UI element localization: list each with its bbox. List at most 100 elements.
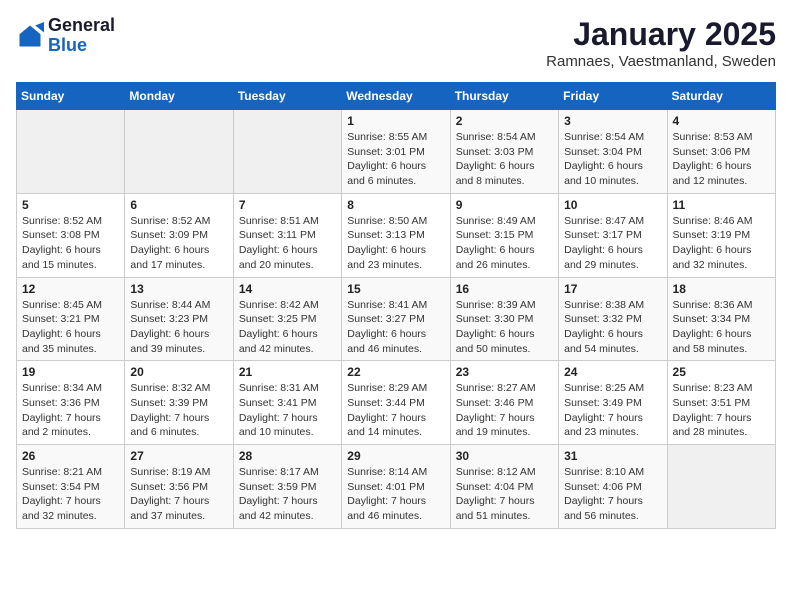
day-number: 13 bbox=[130, 282, 227, 296]
day-number: 14 bbox=[239, 282, 336, 296]
day-info: Sunrise: 8:51 AM Sunset: 3:11 PM Dayligh… bbox=[239, 214, 336, 273]
day-info: Sunrise: 8:54 AM Sunset: 3:03 PM Dayligh… bbox=[456, 130, 553, 189]
header-saturday: Saturday bbox=[667, 83, 775, 110]
day-cell: 7 Sunrise: 8:51 AM Sunset: 3:11 PM Daylig… bbox=[233, 193, 341, 277]
day-cell: 19 Sunrise: 8:34 AM Sunset: 3:36 PM Dayli… bbox=[17, 361, 125, 445]
day-info: Sunrise: 8:14 AM Sunset: 4:01 PM Dayligh… bbox=[347, 465, 444, 524]
day-info: Sunrise: 8:38 AM Sunset: 3:32 PM Dayligh… bbox=[564, 298, 661, 357]
day-info: Sunrise: 8:52 AM Sunset: 3:08 PM Dayligh… bbox=[22, 214, 119, 273]
day-cell: 31 Sunrise: 8:10 AM Sunset: 4:06 PM Dayli… bbox=[559, 445, 667, 529]
day-info: Sunrise: 8:31 AM Sunset: 3:41 PM Dayligh… bbox=[239, 381, 336, 440]
header-thursday: Thursday bbox=[450, 83, 558, 110]
day-cell: 22 Sunrise: 8:29 AM Sunset: 3:44 PM Dayli… bbox=[342, 361, 450, 445]
day-info: Sunrise: 8:55 AM Sunset: 3:01 PM Dayligh… bbox=[347, 130, 444, 189]
day-number: 18 bbox=[673, 282, 770, 296]
day-cell: 21 Sunrise: 8:31 AM Sunset: 3:41 PM Dayli… bbox=[233, 361, 341, 445]
day-cell: 20 Sunrise: 8:32 AM Sunset: 3:39 PM Dayli… bbox=[125, 361, 233, 445]
month-title: January 2025 bbox=[546, 16, 776, 53]
day-number: 19 bbox=[22, 365, 119, 379]
header-sunday: Sunday bbox=[17, 83, 125, 110]
day-cell: 5 Sunrise: 8:52 AM Sunset: 3:08 PM Daylig… bbox=[17, 193, 125, 277]
day-info: Sunrise: 8:12 AM Sunset: 4:04 PM Dayligh… bbox=[456, 465, 553, 524]
day-info: Sunrise: 8:10 AM Sunset: 4:06 PM Dayligh… bbox=[564, 465, 661, 524]
day-number: 31 bbox=[564, 449, 661, 463]
day-number: 20 bbox=[130, 365, 227, 379]
day-number: 7 bbox=[239, 198, 336, 212]
week-row-5: 26 Sunrise: 8:21 AM Sunset: 3:54 PM Dayli… bbox=[17, 445, 776, 529]
day-cell: 26 Sunrise: 8:21 AM Sunset: 3:54 PM Dayli… bbox=[17, 445, 125, 529]
day-cell: 13 Sunrise: 8:44 AM Sunset: 3:23 PM Dayli… bbox=[125, 277, 233, 361]
day-number: 28 bbox=[239, 449, 336, 463]
day-number: 24 bbox=[564, 365, 661, 379]
day-cell: 14 Sunrise: 8:42 AM Sunset: 3:25 PM Dayli… bbox=[233, 277, 341, 361]
day-number: 23 bbox=[456, 365, 553, 379]
day-info: Sunrise: 8:54 AM Sunset: 3:04 PM Dayligh… bbox=[564, 130, 661, 189]
day-info: Sunrise: 8:42 AM Sunset: 3:25 PM Dayligh… bbox=[239, 298, 336, 357]
day-cell: 10 Sunrise: 8:47 AM Sunset: 3:17 PM Dayli… bbox=[559, 193, 667, 277]
header-friday: Friday bbox=[559, 83, 667, 110]
day-number: 21 bbox=[239, 365, 336, 379]
week-row-2: 5 Sunrise: 8:52 AM Sunset: 3:08 PM Daylig… bbox=[17, 193, 776, 277]
day-cell: 6Sunrise: 8:52 AM Sunset: 3:09 PM Daylig… bbox=[125, 193, 233, 277]
day-number: 29 bbox=[347, 449, 444, 463]
day-cell bbox=[667, 445, 775, 529]
day-number: 5 bbox=[22, 198, 119, 212]
day-number: 9 bbox=[456, 198, 553, 212]
day-number: 26 bbox=[22, 449, 119, 463]
logo-general-text: General bbox=[48, 15, 115, 35]
day-cell: 23Sunrise: 8:27 AM Sunset: 3:46 PM Dayli… bbox=[450, 361, 558, 445]
day-number: 17 bbox=[564, 282, 661, 296]
day-cell: 28 Sunrise: 8:17 AM Sunset: 3:59 PM Dayli… bbox=[233, 445, 341, 529]
day-cell bbox=[17, 110, 125, 194]
logo: General Blue bbox=[16, 16, 115, 56]
day-info: Sunrise: 8:46 AM Sunset: 3:19 PM Dayligh… bbox=[673, 214, 770, 273]
day-info: Sunrise: 8:32 AM Sunset: 3:39 PM Dayligh… bbox=[130, 381, 227, 440]
day-number: 12 bbox=[22, 282, 119, 296]
calendar: SundayMondayTuesdayWednesdayThursdayFrid… bbox=[16, 82, 776, 529]
day-info: Sunrise: 8:23 AM Sunset: 3:51 PM Dayligh… bbox=[673, 381, 770, 440]
day-cell: 25 Sunrise: 8:23 AM Sunset: 3:51 PM Dayli… bbox=[667, 361, 775, 445]
day-number: 3 bbox=[564, 114, 661, 128]
day-cell: 2 Sunrise: 8:54 AM Sunset: 3:03 PM Daylig… bbox=[450, 110, 558, 194]
day-number: 22 bbox=[347, 365, 444, 379]
day-cell: 12 Sunrise: 8:45 AM Sunset: 3:21 PM Dayli… bbox=[17, 277, 125, 361]
day-number: 10 bbox=[564, 198, 661, 212]
day-info: Sunrise: 8:17 AM Sunset: 3:59 PM Dayligh… bbox=[239, 465, 336, 524]
day-number: 11 bbox=[673, 198, 770, 212]
day-cell: 24 Sunrise: 8:25 AM Sunset: 3:49 PM Dayli… bbox=[559, 361, 667, 445]
day-cell: 1 Sunrise: 8:55 AM Sunset: 3:01 PM Daylig… bbox=[342, 110, 450, 194]
day-cell: 8Sunrise: 8:50 AM Sunset: 3:13 PM Daylig… bbox=[342, 193, 450, 277]
day-number: 27 bbox=[130, 449, 227, 463]
day-cell: 15Sunrise: 8:41 AM Sunset: 3:27 PM Dayli… bbox=[342, 277, 450, 361]
day-info: Sunrise: 8:49 AM Sunset: 3:15 PM Dayligh… bbox=[456, 214, 553, 273]
day-info: Sunrise: 8:19 AM Sunset: 3:56 PM Dayligh… bbox=[130, 465, 227, 524]
day-info: Sunrise: 8:21 AM Sunset: 3:54 PM Dayligh… bbox=[22, 465, 119, 524]
day-info: Sunrise: 8:50 AM Sunset: 3:13 PM Dayligh… bbox=[347, 214, 444, 273]
day-cell: 4Sunrise: 8:53 AM Sunset: 3:06 PM Daylig… bbox=[667, 110, 775, 194]
day-info: Sunrise: 8:34 AM Sunset: 3:36 PM Dayligh… bbox=[22, 381, 119, 440]
title-area: January 2025 Ramnaes, Vaestmanland, Swed… bbox=[546, 16, 776, 70]
header-wednesday: Wednesday bbox=[342, 83, 450, 110]
day-info: Sunrise: 8:29 AM Sunset: 3:44 PM Dayligh… bbox=[347, 381, 444, 440]
day-info: Sunrise: 8:45 AM Sunset: 3:21 PM Dayligh… bbox=[22, 298, 119, 357]
day-cell: 27 Sunrise: 8:19 AM Sunset: 3:56 PM Dayli… bbox=[125, 445, 233, 529]
week-row-3: 12 Sunrise: 8:45 AM Sunset: 3:21 PM Dayli… bbox=[17, 277, 776, 361]
week-row-1: 1 Sunrise: 8:55 AM Sunset: 3:01 PM Daylig… bbox=[17, 110, 776, 194]
day-number: 1 bbox=[347, 114, 444, 128]
day-cell: 9 Sunrise: 8:49 AM Sunset: 3:15 PM Daylig… bbox=[450, 193, 558, 277]
day-cell: 11 Sunrise: 8:46 AM Sunset: 3:19 PM Dayli… bbox=[667, 193, 775, 277]
day-info: Sunrise: 8:41 AM Sunset: 3:27 PM Dayligh… bbox=[347, 298, 444, 357]
calendar-header-row: SundayMondayTuesdayWednesdayThursdayFrid… bbox=[17, 83, 776, 110]
logo-blue-text: Blue bbox=[48, 35, 87, 55]
day-info: Sunrise: 8:44 AM Sunset: 3:23 PM Dayligh… bbox=[130, 298, 227, 357]
day-info: Sunrise: 8:36 AM Sunset: 3:34 PM Dayligh… bbox=[673, 298, 770, 357]
logo-icon bbox=[16, 22, 44, 50]
day-number: 25 bbox=[673, 365, 770, 379]
day-info: Sunrise: 8:25 AM Sunset: 3:49 PM Dayligh… bbox=[564, 381, 661, 440]
day-cell: 18 Sunrise: 8:36 AM Sunset: 3:34 PM Dayli… bbox=[667, 277, 775, 361]
day-info: Sunrise: 8:52 AM Sunset: 3:09 PM Dayligh… bbox=[130, 214, 227, 273]
day-cell bbox=[233, 110, 341, 194]
day-cell: 3 Sunrise: 8:54 AM Sunset: 3:04 PM Daylig… bbox=[559, 110, 667, 194]
day-number: 2 bbox=[456, 114, 553, 128]
day-info: Sunrise: 8:47 AM Sunset: 3:17 PM Dayligh… bbox=[564, 214, 661, 273]
